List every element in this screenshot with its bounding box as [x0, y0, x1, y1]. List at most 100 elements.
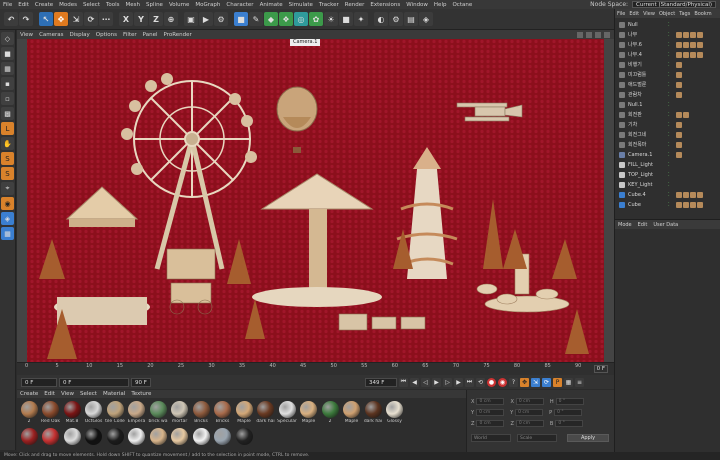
- object-row[interactable]: 회전판 ⁚: [615, 110, 720, 119]
- axis-x-button[interactable]: X: [119, 12, 133, 26]
- cloner-icon[interactable]: ❖: [279, 12, 293, 26]
- material-swatch[interactable]: dark hai: [363, 400, 383, 427]
- material-menu-select[interactable]: Select: [77, 391, 100, 397]
- material-tag-icon[interactable]: [690, 201, 696, 208]
- material-swatch[interactable]: Bricks: [191, 400, 211, 427]
- redo-icon[interactable]: ↷: [19, 12, 33, 26]
- coord-field[interactable]: 0 cm: [476, 398, 505, 405]
- menu-extensions[interactable]: Extensions: [367, 2, 403, 8]
- material-tag-icon[interactable]: [676, 131, 682, 138]
- snap-icon[interactable]: S: [1, 152, 14, 165]
- end-frame-field[interactable]: 90 F: [131, 377, 151, 387]
- material-tag-icon[interactable]: [697, 31, 703, 38]
- material-tag-icon[interactable]: [683, 191, 689, 198]
- cube-icon[interactable]: ■: [234, 12, 248, 26]
- material-tag-icon[interactable]: [690, 31, 696, 38]
- scale-select[interactable]: Scale: [517, 434, 557, 442]
- material-tag-icon[interactable]: [697, 51, 703, 58]
- key-scale-icon[interactable]: ⇲: [531, 377, 540, 387]
- menu-spline[interactable]: Spline: [143, 2, 166, 8]
- material-swatch[interactable]: tile Colle: [105, 400, 125, 427]
- material-swatch[interactable]: brick wa: [148, 400, 168, 427]
- octane-render-icon[interactable]: ◐: [374, 12, 388, 26]
- material-swatch[interactable]: [84, 427, 104, 454]
- timeline-menu-icon[interactable]: ≡: [575, 377, 584, 387]
- camera-label[interactable]: Camera.1: [290, 39, 321, 46]
- material-swatch[interactable]: [170, 427, 190, 454]
- coord-field[interactable]: 0 cm: [476, 420, 505, 427]
- coord-field[interactable]: 0 °: [555, 420, 584, 427]
- workplane-icon[interactable]: ⌖: [1, 182, 14, 195]
- object-row[interactable]: 애드벌룬 ⁚: [615, 80, 720, 89]
- material-swatch[interactable]: OctGlos: [84, 400, 104, 427]
- model-mode-icon[interactable]: ■: [1, 47, 14, 60]
- world-select[interactable]: World: [471, 434, 511, 442]
- recent-tools-icon[interactable]: ⋯: [99, 12, 113, 26]
- material-swatch[interactable]: [213, 427, 233, 454]
- material-swatch[interactable]: 2: [320, 400, 340, 427]
- polygons-mode-icon[interactable]: ▩: [1, 107, 14, 120]
- next-frame-icon[interactable]: ▷: [443, 377, 452, 387]
- object-row[interactable]: FILL_Light ⁚: [615, 160, 720, 169]
- material-swatch[interactable]: [148, 427, 168, 454]
- menu-modes[interactable]: Modes: [56, 2, 80, 8]
- subdivision-icon[interactable]: ◆: [264, 12, 278, 26]
- material-tag-icon[interactable]: [676, 91, 682, 98]
- object-menu-file[interactable]: File: [615, 11, 627, 17]
- menu-file[interactable]: File: [0, 2, 15, 8]
- material-tag-icon[interactable]: [697, 201, 703, 208]
- coord-field[interactable]: 0 cm: [476, 409, 505, 416]
- visibility-dots-icon[interactable]: ⁚: [668, 82, 676, 88]
- object-row[interactable]: 비행기 ⁚: [615, 60, 720, 69]
- menu-octane[interactable]: Octane: [449, 2, 475, 8]
- object-row[interactable]: 회전목마 ⁚: [615, 140, 720, 149]
- coord-field[interactable]: 0 °: [554, 409, 583, 416]
- zoom-icon[interactable]: [586, 31, 592, 38]
- key-param-icon[interactable]: P: [553, 377, 562, 387]
- start-frame-field[interactable]: 0 F: [21, 377, 57, 387]
- object-row[interactable]: Cube ⁚: [615, 200, 720, 209]
- material-menu-material[interactable]: Material: [100, 391, 128, 397]
- rotate-tool-icon[interactable]: ⟳: [84, 12, 98, 26]
- object-row[interactable]: 나무 ⁚: [615, 30, 720, 39]
- material-swatch[interactable]: Glossy: [385, 400, 405, 427]
- visibility-dots-icon[interactable]: ⁚: [668, 102, 676, 108]
- visibility-dots-icon[interactable]: ⁚: [668, 202, 676, 208]
- menu-volume[interactable]: Volume: [166, 2, 192, 8]
- autokey-icon[interactable]: ◉: [498, 377, 507, 387]
- menu-mesh[interactable]: Mesh: [123, 2, 143, 8]
- deformer-icon[interactable]: ◎: [294, 12, 308, 26]
- material-swatch[interactable]: [127, 427, 147, 454]
- coord-field[interactable]: 0 cm: [515, 398, 544, 405]
- live-selection-icon[interactable]: ↖: [39, 12, 53, 26]
- material-tag-icon[interactable]: [683, 111, 689, 118]
- solo-icon[interactable]: ◈: [1, 212, 14, 225]
- material-swatch[interactable]: Red Oak: [41, 400, 61, 427]
- pen-icon[interactable]: ✎: [249, 12, 263, 26]
- material-tag-icon[interactable]: [690, 41, 696, 48]
- record-icon[interactable]: ●: [487, 377, 496, 387]
- coordinate-system-icon[interactable]: ⊕: [164, 12, 178, 26]
- material-swatch[interactable]: [234, 427, 254, 454]
- move-tool-icon[interactable]: ✥: [54, 12, 68, 26]
- material-tag-icon[interactable]: [690, 191, 696, 198]
- material-swatch[interactable]: [41, 427, 61, 454]
- tweak-mode-icon[interactable]: ✋: [1, 137, 14, 150]
- material-swatch[interactable]: Maple: [342, 400, 362, 427]
- next-key-icon[interactable]: ▶: [454, 377, 463, 387]
- menu-help[interactable]: Help: [431, 2, 450, 8]
- camera-icon[interactable]: ■: [339, 12, 353, 26]
- material-menu-create[interactable]: Create: [17, 391, 41, 397]
- visibility-dots-icon[interactable]: ⁚: [668, 22, 676, 28]
- material-menu-view[interactable]: View: [58, 391, 77, 397]
- material-tag-icon[interactable]: [676, 141, 682, 148]
- toggle-view-icon[interactable]: [604, 31, 610, 38]
- material-swatch[interactable]: Mat.8: [62, 400, 82, 427]
- material-tag-icon[interactable]: [676, 201, 682, 208]
- object-row[interactable]: 나무.4 ⁚: [615, 50, 720, 59]
- axis-y-button[interactable]: Y: [134, 12, 148, 26]
- material-swatch[interactable]: Bricks: [213, 400, 233, 427]
- attr-menu-user-data[interactable]: User Data: [650, 222, 681, 228]
- visibility-dots-icon[interactable]: ⁚: [668, 52, 676, 58]
- keyframe-selection-icon[interactable]: ?: [509, 377, 518, 387]
